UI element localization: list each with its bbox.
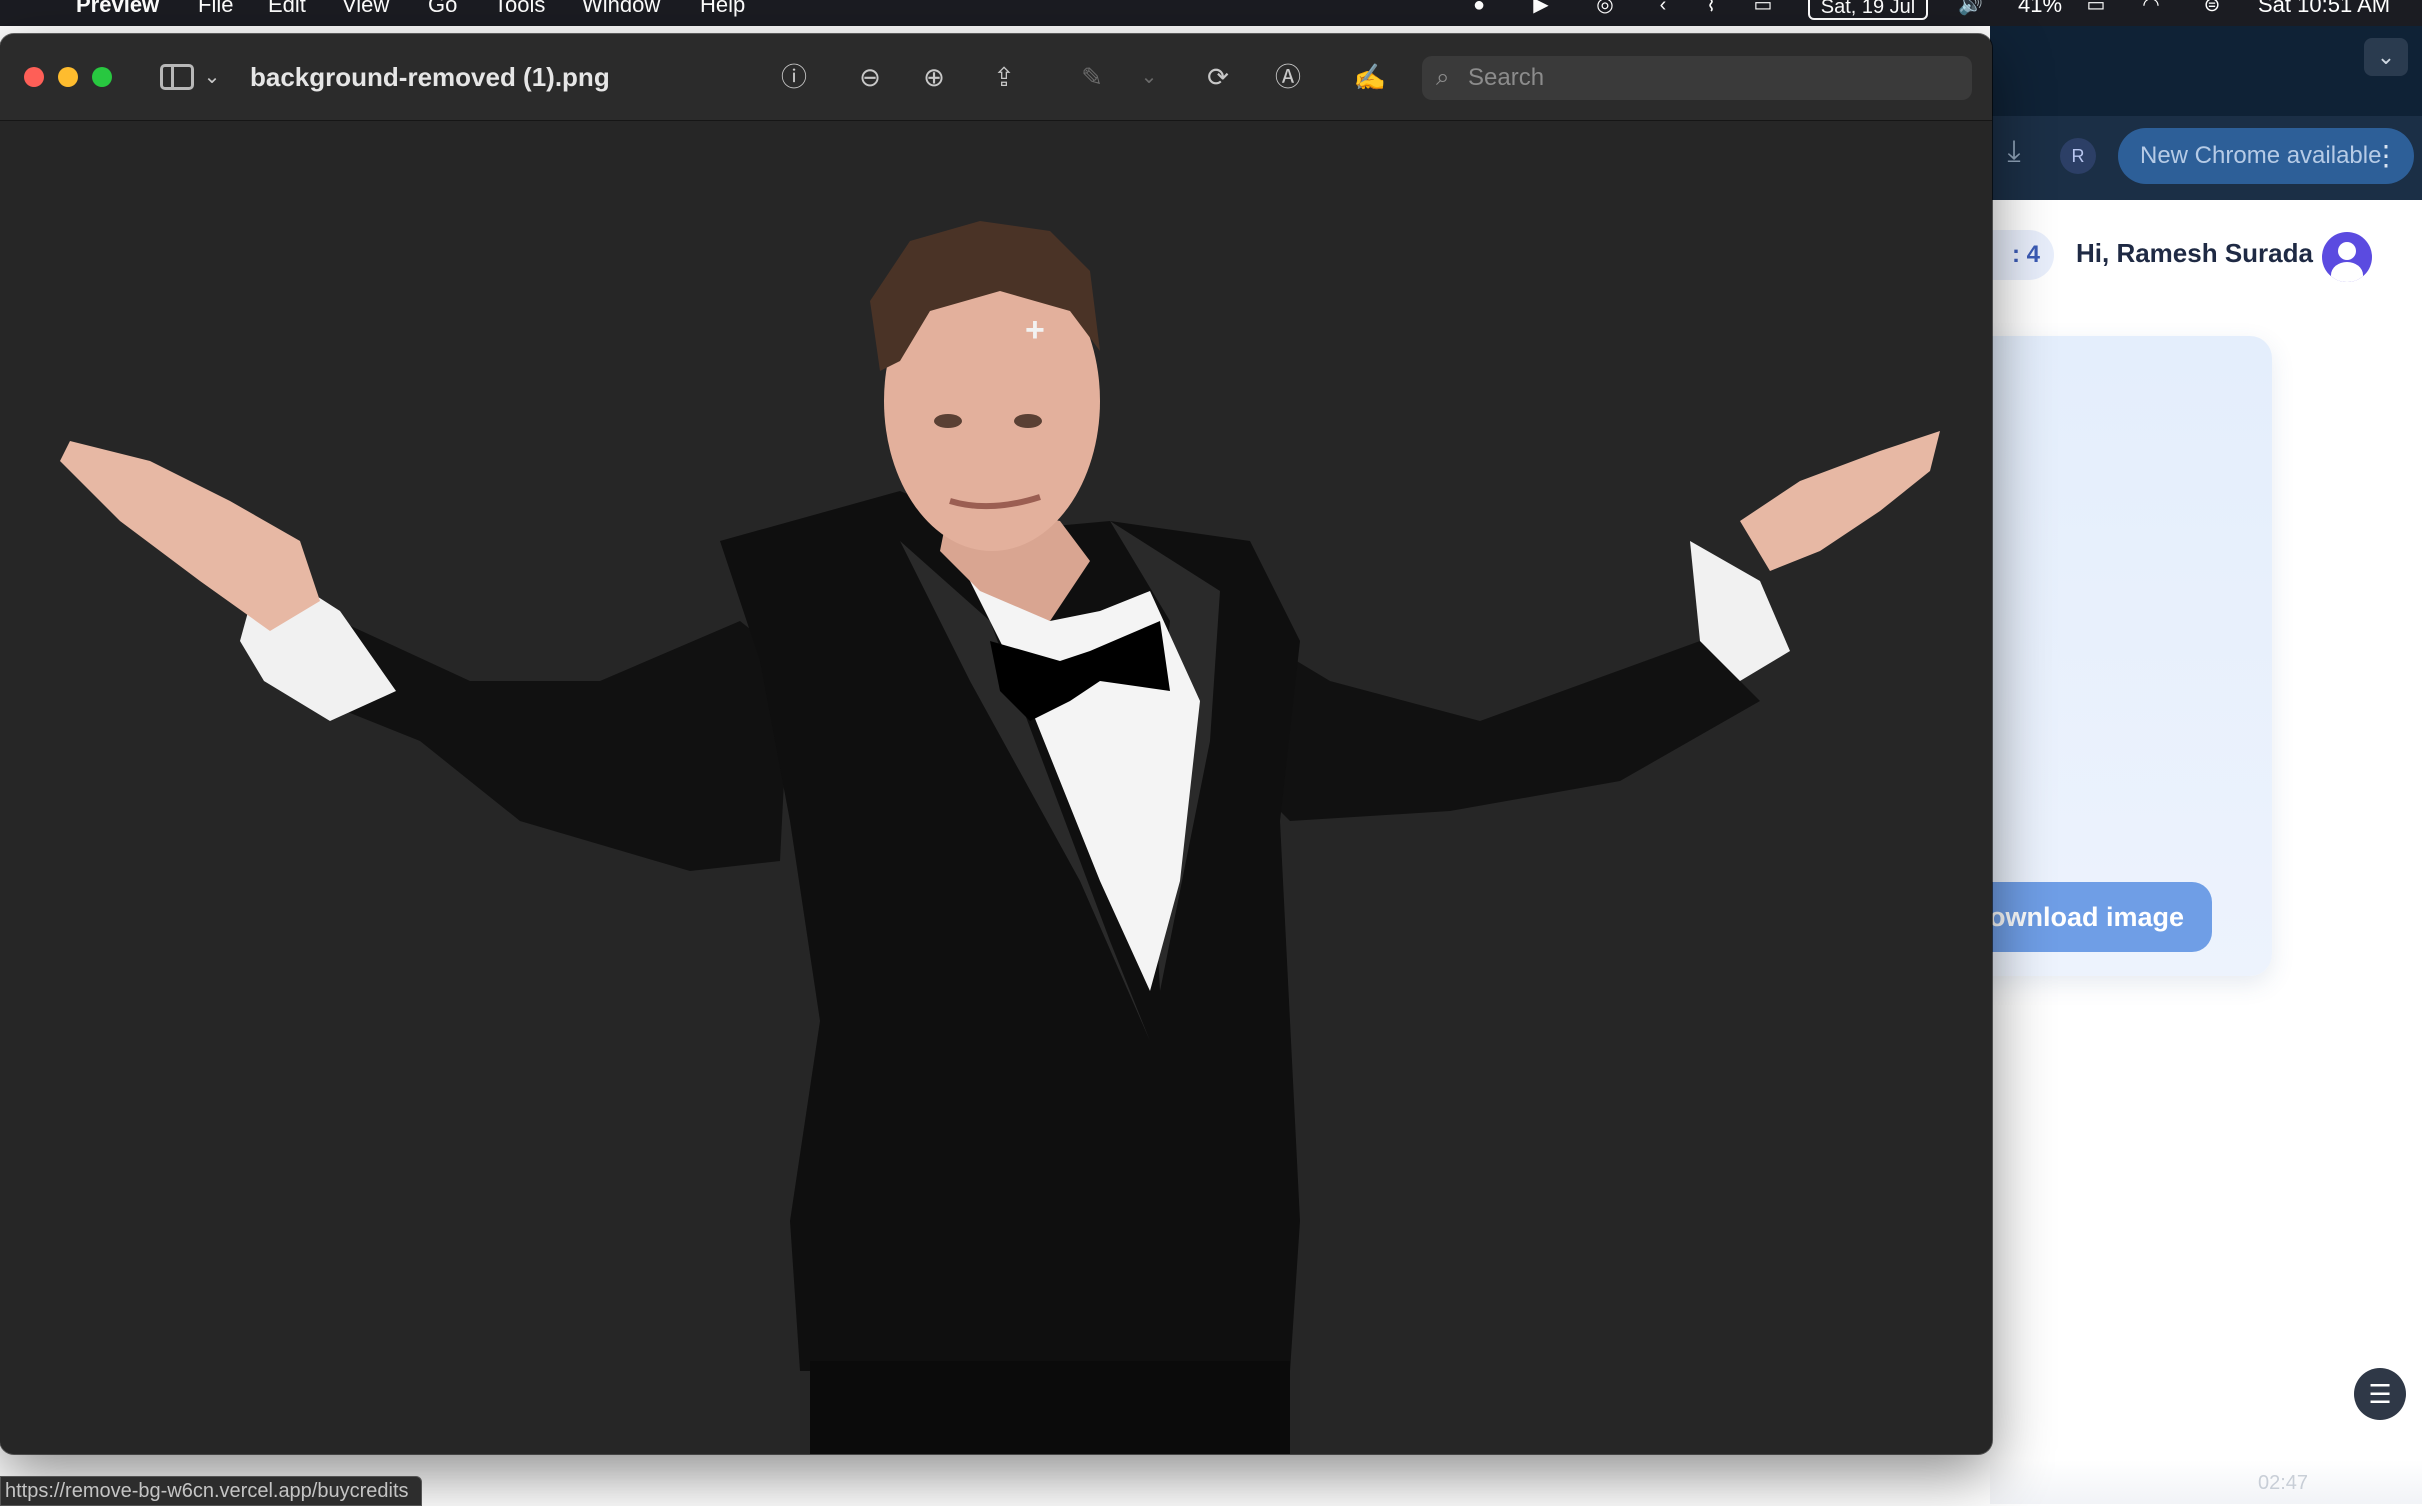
image-canvas[interactable]: + (0, 121, 1992, 1454)
display-icon[interactable]: ▭ (1752, 0, 1774, 16)
play-icon[interactable]: ▶ (1530, 0, 1552, 16)
new-chrome-label: New Chrome available (2140, 142, 2382, 169)
man-in-tuxedo-image (60, 221, 1940, 1454)
macos-menu-bar: Preview File Edit View Go Tools Window H… (0, 0, 2422, 26)
avatar-body (2331, 262, 2363, 282)
document-title: background-removed (1).png (250, 62, 610, 92)
user-avatar-icon[interactable] (2322, 232, 2372, 282)
menu-window[interactable]: Window (582, 0, 660, 18)
menu-tools[interactable]: Tools (494, 0, 545, 18)
preview-titlebar: ⌄ background-removed (1).png ⓘ ⊖ ⊕ ⇪ ✎ ⌄… (0, 34, 1992, 121)
chevron-down-icon[interactable]: ⌄ (1136, 60, 1162, 94)
highlight-pen-icon[interactable]: ✎ (1074, 60, 1110, 94)
volume-icon[interactable]: 🔊 (1958, 0, 1983, 16)
info-icon[interactable]: ⓘ (776, 60, 812, 94)
chevron-down-icon[interactable]: ⌄ (200, 60, 224, 94)
avatar-head (2338, 242, 2356, 260)
sidebar-toggle-icon[interactable] (160, 64, 194, 90)
control-center-icon[interactable]: ⊜ (2194, 0, 2230, 16)
chevron-left-icon[interactable]: ‹ (1652, 0, 1674, 16)
result-card (1950, 336, 2272, 976)
more-vert-icon[interactable]: ⋮ (2372, 128, 2400, 184)
menubar-clock[interactable]: Sat 10:51 AM (2258, 0, 2390, 18)
extension-icon[interactable]: ◎ (1594, 0, 1616, 16)
zoom-window-button[interactable] (92, 67, 112, 87)
menu-file[interactable]: File (198, 0, 233, 18)
menu-view[interactable]: View (342, 0, 389, 18)
preview-window: ⌄ background-removed (1).png ⓘ ⊖ ⊕ ⇪ ✎ ⌄… (0, 34, 1992, 1454)
status-url-hint: https://remove-bg-w6cn.vercel.app/buycre… (0, 1476, 422, 1506)
search-field[interactable]: ⌕ Search (1422, 56, 1972, 100)
zoom-out-icon[interactable]: ⊖ (852, 60, 888, 94)
minimize-window-button[interactable] (58, 67, 78, 87)
markup-icon[interactable]: Ⓐ (1270, 60, 1306, 94)
close-window-button[interactable] (24, 67, 44, 87)
date-pill[interactable]: Sat, 19 Jul (1808, 0, 1928, 20)
menu-go[interactable]: Go (428, 0, 457, 18)
chat-icon[interactable]: ☰ (2354, 1368, 2406, 1420)
new-chrome-available-button[interactable]: New Chrome available ⋮ (2118, 128, 2414, 184)
chrome-tab-bar: ⌄ (1990, 26, 2422, 116)
wifi-icon[interactable]: ◠ (2140, 0, 2162, 16)
battery-percent: 41% (2018, 0, 2063, 17)
chrome-window: ⌄ ⤓ R New Chrome available ⋮ : 4 Hi, Ram… (1950, 26, 2422, 1504)
menu-edit[interactable]: Edit (268, 0, 306, 18)
zoom-in-icon[interactable]: ⊕ (916, 60, 952, 94)
search-icon: ⌕ (1436, 64, 1450, 91)
record-icon[interactable]: ● (1468, 0, 1490, 16)
crosshair-cursor-icon: + (1025, 311, 1045, 349)
video-controls-bar (1990, 1460, 2422, 1504)
profile-avatar[interactable]: R (2060, 138, 2096, 174)
download-icon[interactable]: ⤓ (1994, 132, 2034, 172)
search-placeholder: Search (1468, 64, 1545, 91)
share-icon[interactable]: ⇪ (986, 60, 1022, 94)
paperclip-icon[interactable]: ⌇ (1700, 0, 1722, 16)
rotate-icon[interactable]: ⟳ (1200, 60, 1236, 94)
user-greeting: Hi, Ramesh Surada (2076, 238, 2313, 268)
video-timecode: 02:47 (2258, 1472, 2309, 1494)
battery-icon[interactable]: ▭ (2076, 0, 2116, 16)
app-menu-preview[interactable]: Preview (76, 0, 159, 18)
sign-icon[interactable]: ✍ (1348, 60, 1392, 94)
web-page: : 4 Hi, Ramesh Surada Download image ☰ 0… (1950, 200, 2422, 1504)
menu-help[interactable]: Help (700, 0, 745, 18)
chevron-down-icon[interactable]: ⌄ (2364, 38, 2408, 76)
